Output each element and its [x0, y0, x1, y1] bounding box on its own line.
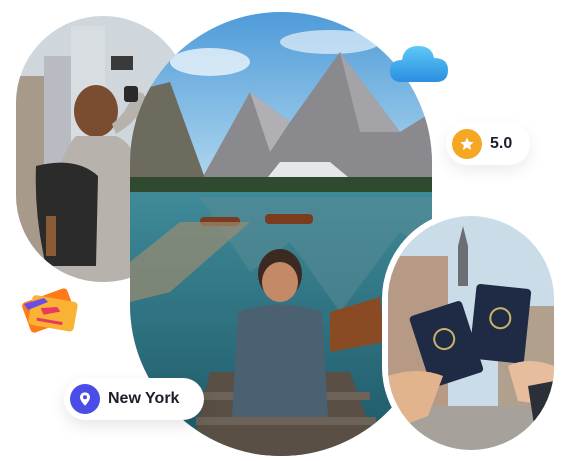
rating-badge: 5.0	[446, 123, 530, 165]
cloud-icon	[388, 38, 450, 88]
star-icon	[452, 129, 482, 159]
passports-photo	[382, 210, 560, 456]
location-badge: New York	[64, 378, 204, 420]
rating-value: 5.0	[490, 135, 513, 152]
flight-tickets-icon	[16, 280, 86, 346]
map-pin-icon	[70, 384, 100, 414]
location-name: New York	[108, 390, 180, 407]
